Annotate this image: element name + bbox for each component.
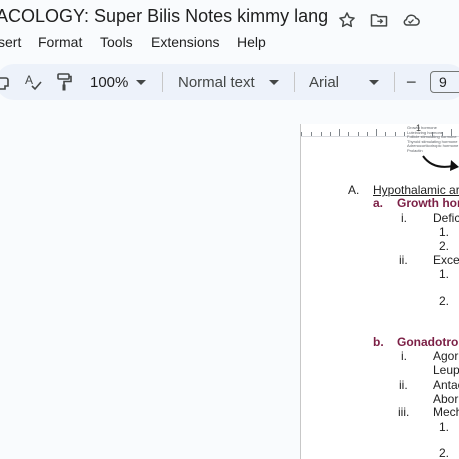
toolbar: A 100% Normal text Arial − 9 <box>0 64 459 100</box>
paragraph-style-select[interactable]: Normal text <box>178 64 279 100</box>
outline-text: Leup <box>433 363 459 377</box>
outline-marker: a. <box>373 196 384 210</box>
outline-marker: i. <box>401 349 407 363</box>
star-icon[interactable] <box>337 10 357 30</box>
outline-text: Exce <box>433 253 459 267</box>
chevron-down-icon <box>268 79 279 85</box>
chevron-down-icon <box>136 79 147 85</box>
decrease-font-size-button[interactable]: − <box>406 64 417 100</box>
outline-text: Hypothalamic ar <box>373 183 459 197</box>
font-size-input[interactable]: 9 <box>430 71 459 93</box>
spellcheck-icon[interactable]: A <box>24 64 44 100</box>
document-page[interactable]: 1 Growth hormone Luteinizing hormone Fol… <box>301 124 459 459</box>
menu-insert[interactable]: sert <box>0 34 21 50</box>
outline-marker: iii. <box>398 405 410 419</box>
font-select[interactable]: Arial <box>309 64 380 100</box>
outline-text: Mech <box>433 405 459 419</box>
zoom-value: 100% <box>90 73 129 91</box>
outline-marker: 2. <box>439 294 450 308</box>
toolbar-divider <box>394 72 395 92</box>
menu-extensions[interactable]: Extensions <box>151 34 219 50</box>
menu-tools[interactable]: Tools <box>100 34 133 50</box>
outline-text: Gonadotro <box>397 335 459 349</box>
menu-format[interactable]: Format <box>38 34 82 50</box>
toolbar-divider <box>162 72 163 92</box>
move-folder-icon[interactable] <box>369 10 389 30</box>
outline-text: Agor <box>433 349 459 363</box>
menu-help[interactable]: Help <box>237 34 266 50</box>
outline-text: Growth hor <box>397 196 459 210</box>
outline-marker: b. <box>373 335 384 349</box>
outline-marker: ii. <box>399 253 408 267</box>
outline-marker: 1. <box>439 420 450 434</box>
outline-marker: A. <box>348 183 360 197</box>
print-icon[interactable] <box>0 64 10 100</box>
outline-text: Defic <box>433 211 459 225</box>
outline-text: Antac <box>433 378 459 392</box>
cloud-saved-icon[interactable] <box>401 10 421 30</box>
document-body[interactable]: A. Hypothalamic ar a. Growth hor i. Defi… <box>301 124 459 459</box>
outline-marker: 1. <box>439 267 450 281</box>
toolbar-divider <box>294 72 295 92</box>
paint-format-icon[interactable] <box>56 64 72 100</box>
chevron-down-icon <box>369 79 380 85</box>
outline-text: Abor <box>433 392 459 406</box>
font-value: Arial <box>309 73 340 91</box>
outline-marker: 1. <box>439 225 450 239</box>
document-title[interactable]: ACOLOGY: Super Bilis Notes kimmy lang <box>0 6 328 27</box>
zoom-select[interactable]: 100% <box>90 64 147 100</box>
outline-marker: ii. <box>399 378 408 392</box>
outline-marker: i. <box>401 211 407 225</box>
outline-marker: 2. <box>439 239 450 253</box>
outline-marker: 2. <box>439 446 450 459</box>
paragraph-style-value: Normal text <box>178 73 255 91</box>
svg-text:A: A <box>25 73 33 87</box>
